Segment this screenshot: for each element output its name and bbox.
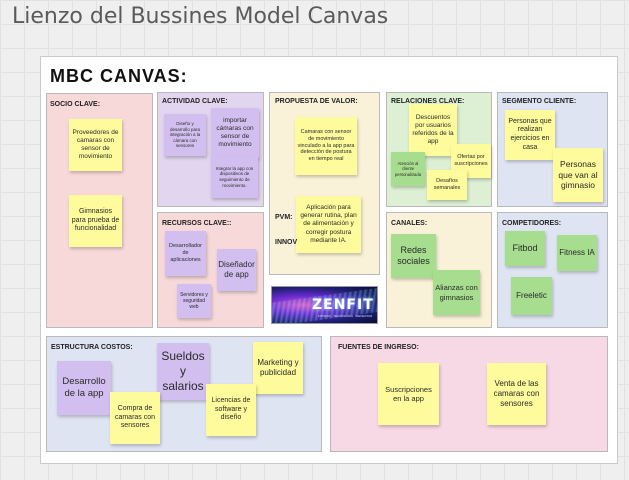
sticky-note[interactable]: Alianzas con gimnasios	[433, 270, 480, 315]
section-label-socios: SOCIO CLAVE:	[50, 101, 101, 108]
sticky-note[interactable]: Diseñador de app	[217, 249, 256, 291]
canvas-heading: MBC CANVAS:	[50, 66, 188, 86]
section-label-recursos: RECURSOS CLAVE::	[162, 220, 232, 227]
zenfit-logo: ZENFIT FITNESS · TECNOLOGÍA · BIENESTAR	[271, 286, 378, 324]
sticky-note[interactable]: Personas que realizan ejercicios en casa	[505, 110, 555, 160]
sticky-note[interactable]: Venta de las camaras con sensores	[487, 363, 546, 425]
sticky-note[interactable]: Diseño y desarrollo para integración a l…	[164, 114, 206, 156]
section-label-segmento: SEGMENTO CLIENTE:	[502, 98, 577, 105]
section-label-costos: ESTRUCTURA COSTOS:	[51, 344, 133, 351]
sticky-note[interactable]: Desarrollador de aplicaciones	[165, 231, 206, 276]
sticky-note[interactable]: Camaras con sensor de movimiento vincula…	[295, 117, 357, 175]
board-title: Lienzo del Bussines Model Canvas	[12, 4, 389, 29]
sticky-note[interactable]: Marketing y publicidad	[253, 342, 303, 394]
logo-tagline: FITNESS · TECNOLOGÍA · BIENESTAR	[318, 314, 373, 318]
section-label-actividad: ACTIVIDAD CLAVE:	[162, 98, 228, 105]
section-label-propuesta: PROPUESTA DE VALOR:	[275, 98, 358, 105]
innov-label: INNOV	[275, 239, 298, 246]
pvm-label: PVM:	[275, 214, 293, 221]
section-label-canales: CANALES:	[391, 220, 428, 227]
section-label-ingresos: FUENTES DE INGRESO:	[338, 344, 419, 351]
sticky-note[interactable]: Fitness IA	[557, 235, 597, 271]
sticky-note[interactable]: Proveedores de camaras con sensor de mov…	[69, 119, 122, 171]
sticky-note[interactable]: Servidores y seguridad web	[177, 284, 211, 318]
sticky-note[interactable]: Atención al cliente personalizada	[391, 152, 425, 186]
sticky-note[interactable]: Freeletic	[511, 277, 552, 315]
sticky-note[interactable]: Suscripciones en la app	[378, 363, 439, 425]
sticky-note[interactable]: Personas que van al gimnasio	[553, 148, 603, 202]
section-label-competidores: COMPETIDORES:	[502, 220, 562, 227]
sticky-note[interactable]: Desafíos semanales	[427, 170, 467, 200]
section-fuentes-ingreso[interactable]	[330, 336, 608, 452]
sticky-note[interactable]: Desarrollo de la app	[57, 361, 111, 415]
sticky-note[interactable]: Integrar la app con dispositivos de segu…	[211, 156, 258, 198]
logo-text: ZENFIT	[312, 297, 374, 313]
sticky-note[interactable]: Aplicación para generar rutina, plan de …	[296, 196, 361, 253]
sticky-note[interactable]: Redes sociales	[391, 234, 436, 278]
sticky-note[interactable]: Gimnasios para prueba de funcionalidad	[69, 195, 122, 247]
sticky-note[interactable]: Fitbod	[505, 231, 545, 266]
sticky-note[interactable]: Compra de camaras con sensores	[110, 392, 160, 444]
sticky-note[interactable]: importar cámaras con sensor de movimient…	[211, 108, 259, 158]
sticky-note[interactable]: Descuentos por usuarios referidos de la …	[409, 104, 457, 156]
sticky-note[interactable]: Sueldos y salarios	[157, 343, 209, 400]
sticky-note[interactable]: Licencias de software y diseño	[206, 384, 256, 436]
